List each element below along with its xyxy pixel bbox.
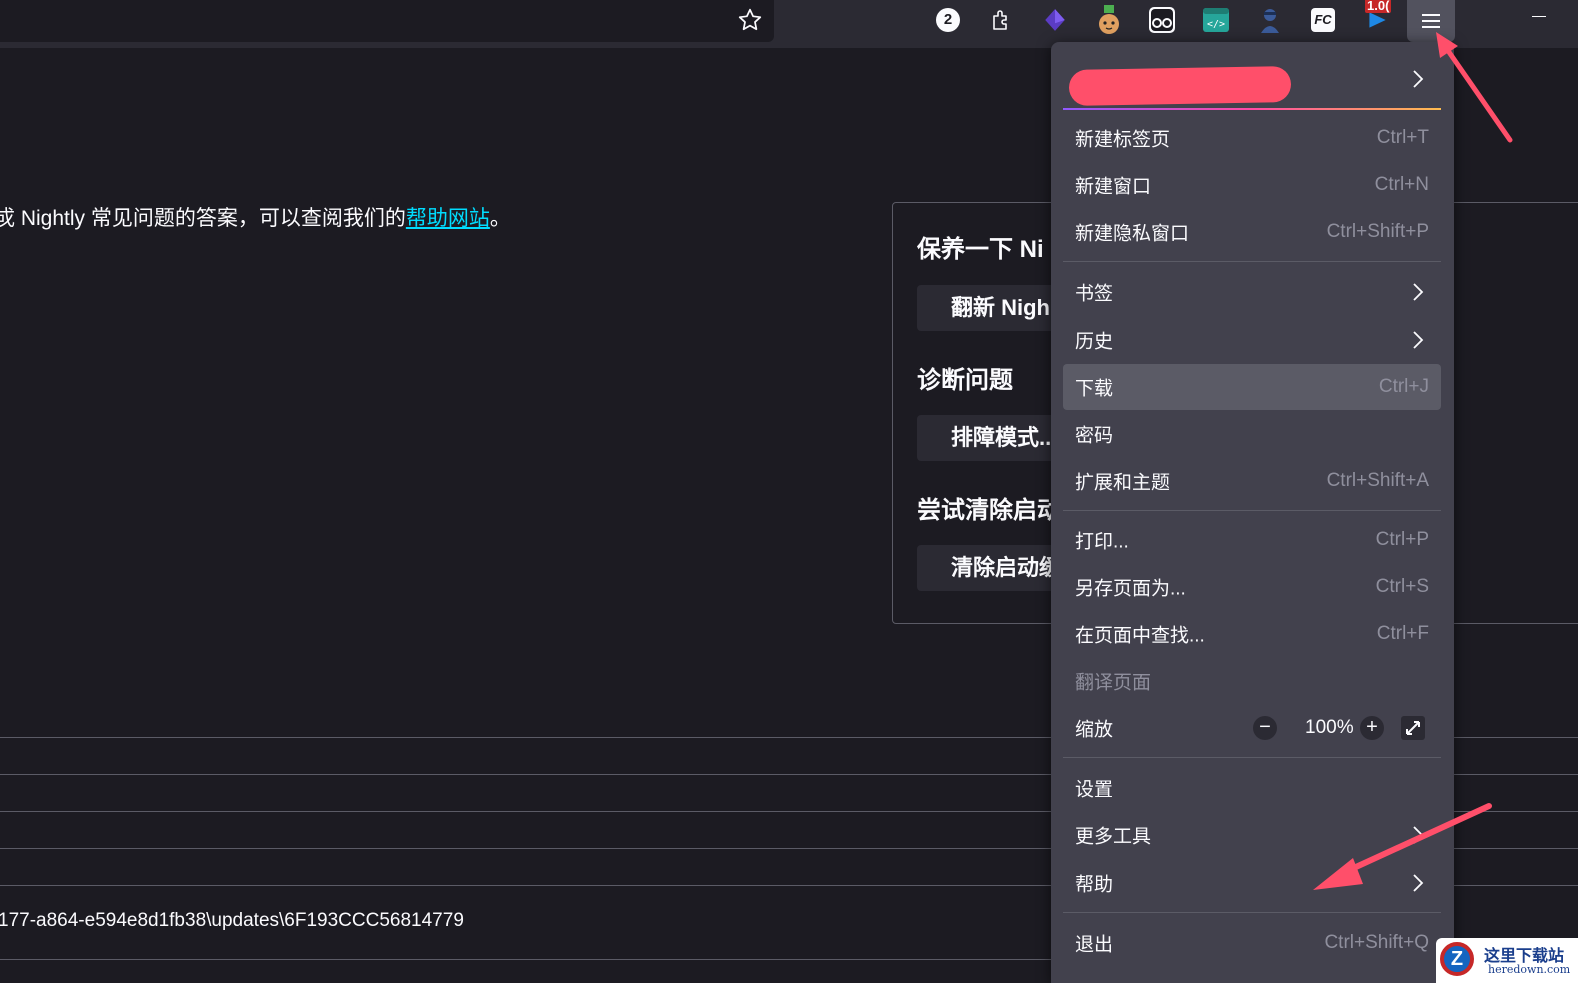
watermark-mark: Z xyxy=(1440,942,1474,976)
menu-item-label: 打印... xyxy=(1075,531,1129,553)
window-minimize-button[interactable] xyxy=(1532,16,1546,17)
menu-item-save-page[interactable]: 另存页面为... Ctrl+S xyxy=(1063,564,1441,610)
menu-item-label: 帮助 xyxy=(1075,874,1114,896)
menu-item-label: 退出 xyxy=(1075,934,1114,956)
menu-item-label: 翻译页面 xyxy=(1075,672,1152,694)
expand-icon xyxy=(1406,721,1420,735)
code-extension-icon[interactable]: </> xyxy=(1200,4,1232,36)
browser-toolbar: 2 </> FC 1.0( xyxy=(0,0,1578,48)
menu-item-new-private-window[interactable]: 新建隐私窗口 Ctrl+Shift+P xyxy=(1063,209,1441,255)
menu-item-shortcut: Ctrl+J xyxy=(1378,376,1429,397)
chevron-right-icon xyxy=(1413,331,1424,349)
badge-counter-icon[interactable]: 2 xyxy=(932,4,964,36)
menu-item-shortcut: Ctrl+F xyxy=(1376,623,1429,644)
panel-heading-diagnose: 诊断问题 xyxy=(917,367,1013,394)
menu-item-label: 下载 xyxy=(1075,378,1114,400)
panel-heading-refresh: 保养一下 Ni xyxy=(917,236,1044,263)
menu-item-label: 设置 xyxy=(1075,779,1114,801)
menu-item-addons-themes[interactable]: 扩展和主题 Ctrl+Shift+A xyxy=(1063,458,1441,504)
update-path-value: 177-a864-e594e8d1fb38\updates\6F193CCC56… xyxy=(0,910,464,931)
menu-item-zoom: 缩放 − 100% + xyxy=(1063,705,1441,751)
watermark-logo: Z 这里下载站 heredown.com xyxy=(1436,938,1578,983)
fc-extension-icon[interactable]: FC xyxy=(1307,4,1339,36)
menu-item-shortcut: Ctrl+S xyxy=(1375,576,1429,597)
menu-item-label: 新建标签页 xyxy=(1075,129,1171,151)
fc-label: FC xyxy=(1311,8,1335,32)
menu-item-print[interactable]: 打印... Ctrl+P xyxy=(1063,517,1441,563)
menu-item-new-tab[interactable]: 新建标签页 Ctrl+T xyxy=(1063,115,1441,161)
menu-item-help[interactable]: 帮助 xyxy=(1063,860,1441,906)
menu-item-downloads[interactable]: 下载 Ctrl+J xyxy=(1063,364,1441,410)
app-menu-button[interactable] xyxy=(1407,0,1455,42)
play-extension-icon[interactable]: 1.0( xyxy=(1361,0,1393,36)
menu-item-history[interactable]: 历史 xyxy=(1063,317,1441,363)
menu-item-settings[interactable]: 设置 xyxy=(1063,765,1441,811)
menu-item-shortcut: Ctrl+Shift+P xyxy=(1326,221,1429,242)
menu-item-shortcut: Ctrl+Shift+A xyxy=(1326,470,1429,491)
menu-separator xyxy=(1063,261,1441,262)
menu-item-label: 缩放 xyxy=(1075,719,1114,741)
downloads-badge: 2 xyxy=(936,8,960,32)
help-site-link[interactable]: 帮助网站 xyxy=(406,207,490,230)
menu-item-label: 更多工具 xyxy=(1075,826,1152,848)
menu-item-translate-page: 翻译页面 xyxy=(1063,658,1441,704)
menu-item-shortcut: Ctrl+Shift+Q xyxy=(1324,932,1429,953)
menu-item-label: 新建窗口 xyxy=(1075,176,1152,198)
menu-item-label: 在页面中查找... xyxy=(1075,625,1205,647)
menu-item-label: 新建隐私窗口 xyxy=(1075,223,1190,245)
bookmark-star-icon[interactable] xyxy=(734,4,766,36)
menu-item-exit[interactable]: 退出 Ctrl+Shift+Q xyxy=(1063,920,1441,966)
glasses-extension-icon[interactable] xyxy=(1146,4,1178,36)
app-menu-panel: 新建标签页 Ctrl+T 新建窗口 Ctrl+N 新建隐私窗口 Ctrl+Shi… xyxy=(1051,42,1454,983)
svg-text:</>: </> xyxy=(1207,19,1225,30)
intro-prefix: 戓 Nightly 常见问题的答案，可以查阅我们的 xyxy=(0,207,406,230)
menu-item-new-window[interactable]: 新建窗口 Ctrl+N xyxy=(1063,162,1441,208)
menu-item-label: 密码 xyxy=(1075,425,1114,447)
menu-item-more-tools[interactable]: 更多工具 xyxy=(1063,812,1441,858)
extension-badge: 1.0( xyxy=(1365,0,1392,13)
menu-item-label: 书签 xyxy=(1075,283,1114,305)
watermark-url: heredown.com xyxy=(1488,963,1571,976)
menu-item-shortcut: Ctrl+T xyxy=(1376,127,1429,148)
intro-text: 戓 Nightly 常见问题的答案，可以查阅我们的帮助网站。 xyxy=(0,202,511,232)
agent-extension-icon[interactable] xyxy=(1254,4,1286,36)
menu-item-bookmarks[interactable]: 书签 xyxy=(1063,269,1441,315)
menu-item-label: 历史 xyxy=(1075,331,1114,353)
chevron-right-icon xyxy=(1413,70,1424,88)
account-item[interactable] xyxy=(1063,52,1441,106)
zoom-in-button[interactable]: + xyxy=(1360,716,1384,740)
zoom-level[interactable]: 100% xyxy=(1305,717,1354,739)
intro-suffix: 。 xyxy=(489,207,511,230)
menu-item-label: 扩展和主题 xyxy=(1075,472,1171,494)
fullscreen-button[interactable] xyxy=(1401,716,1425,740)
menu-item-shortcut: Ctrl+N xyxy=(1374,174,1429,195)
url-bar[interactable] xyxy=(0,0,774,42)
chevron-right-icon xyxy=(1413,826,1424,844)
purple-cube-extension-icon[interactable] xyxy=(1039,4,1071,36)
menu-item-find-in-page[interactable]: 在页面中查找... Ctrl+F xyxy=(1063,611,1441,657)
menu-separator xyxy=(1063,757,1441,758)
chevron-right-icon xyxy=(1413,874,1424,892)
redacted-account-name xyxy=(1068,66,1292,106)
menu-item-label: 另存页面为... xyxy=(1075,578,1186,600)
chevron-right-icon xyxy=(1413,283,1424,301)
menu-separator xyxy=(1063,912,1441,913)
panel-heading-clear-startup: 尝试清除启动 xyxy=(917,497,1061,524)
account-gradient-divider xyxy=(1063,108,1441,110)
cat-extension-icon[interactable] xyxy=(1093,4,1125,36)
hamburger-menu-icon xyxy=(1422,14,1440,28)
extensions-puzzle-icon[interactable] xyxy=(986,4,1018,36)
menu-item-passwords[interactable]: 密码 xyxy=(1063,411,1441,457)
menu-item-shortcut: Ctrl+P xyxy=(1375,529,1429,550)
zoom-out-button[interactable]: − xyxy=(1253,716,1277,740)
menu-separator xyxy=(1063,510,1441,511)
